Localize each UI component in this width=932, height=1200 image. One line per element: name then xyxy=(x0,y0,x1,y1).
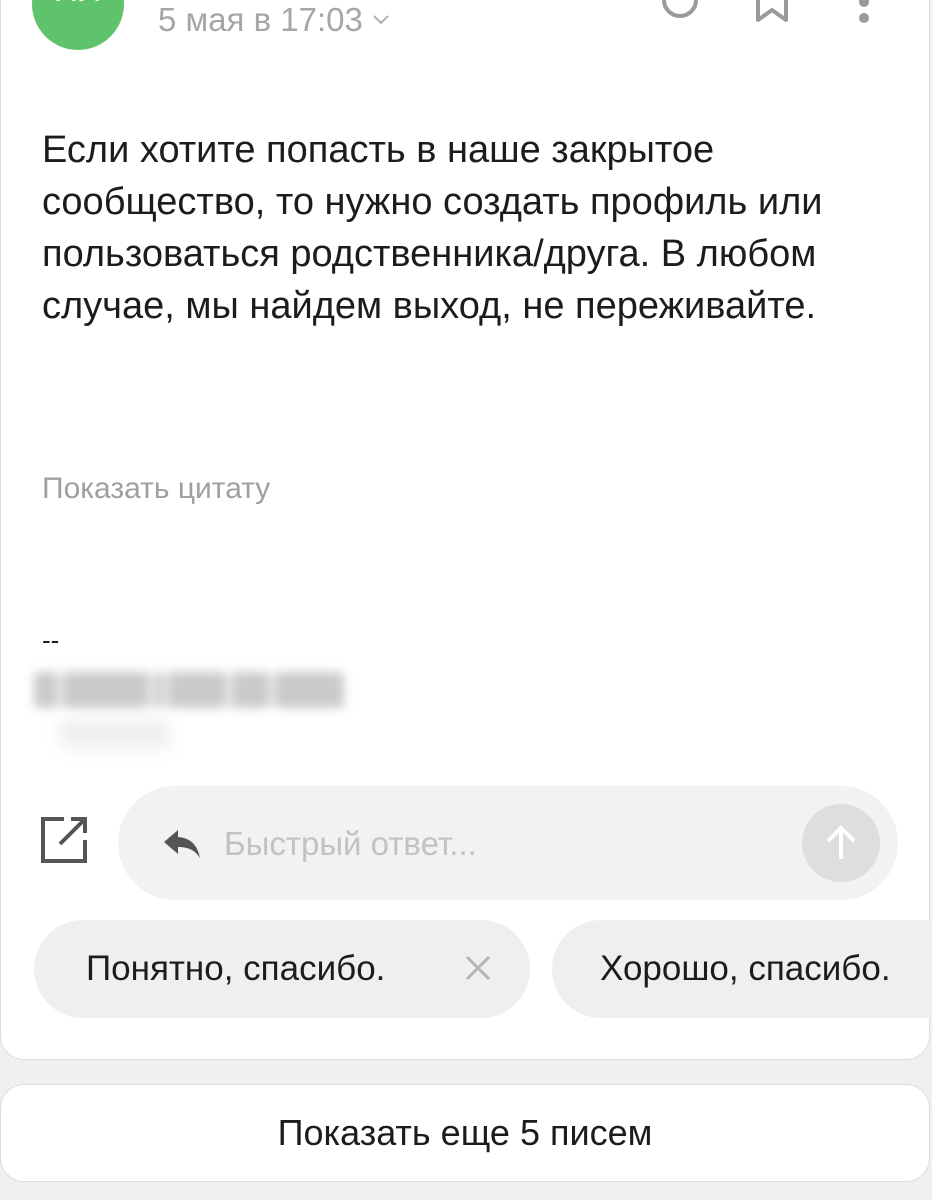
send-button[interactable] xyxy=(802,804,880,882)
message-body: Если хотите попасть в наше закрытое сооб… xyxy=(42,129,823,327)
chevron-down-icon xyxy=(373,15,389,25)
show-quote-link[interactable]: Показать цитату xyxy=(42,472,270,506)
close-icon[interactable] xyxy=(458,948,498,988)
show-more-emails-button[interactable]: Показать еще 5 писем xyxy=(0,1084,930,1182)
signature-blurred xyxy=(34,672,344,708)
send-arrow-up-icon xyxy=(826,825,856,859)
suggestion-chip-good[interactable]: Хорошо, спасибо. xyxy=(552,920,932,1018)
compose-icon[interactable] xyxy=(38,814,90,866)
signature-separator: -- xyxy=(42,625,60,655)
quick-reply-placeholder: Быстрый ответ... xyxy=(224,825,477,862)
sender-avatar[interactable]: НЛ xyxy=(32,0,124,50)
date-text: 5 мая в 17:03 xyxy=(158,1,363,38)
more-vertical-icon[interactable] xyxy=(852,0,876,26)
reply-icon xyxy=(164,830,200,858)
bookmark-icon[interactable] xyxy=(752,0,792,22)
circle-icon[interactable] xyxy=(660,0,700,18)
message-date[interactable]: 5 мая в 17:03 xyxy=(158,0,391,40)
suggestion-chip-understood[interactable]: Понятно, спасибо. xyxy=(34,920,530,1018)
signature-blurred-line xyxy=(60,720,170,748)
avatar-initials: НЛ xyxy=(32,0,124,50)
